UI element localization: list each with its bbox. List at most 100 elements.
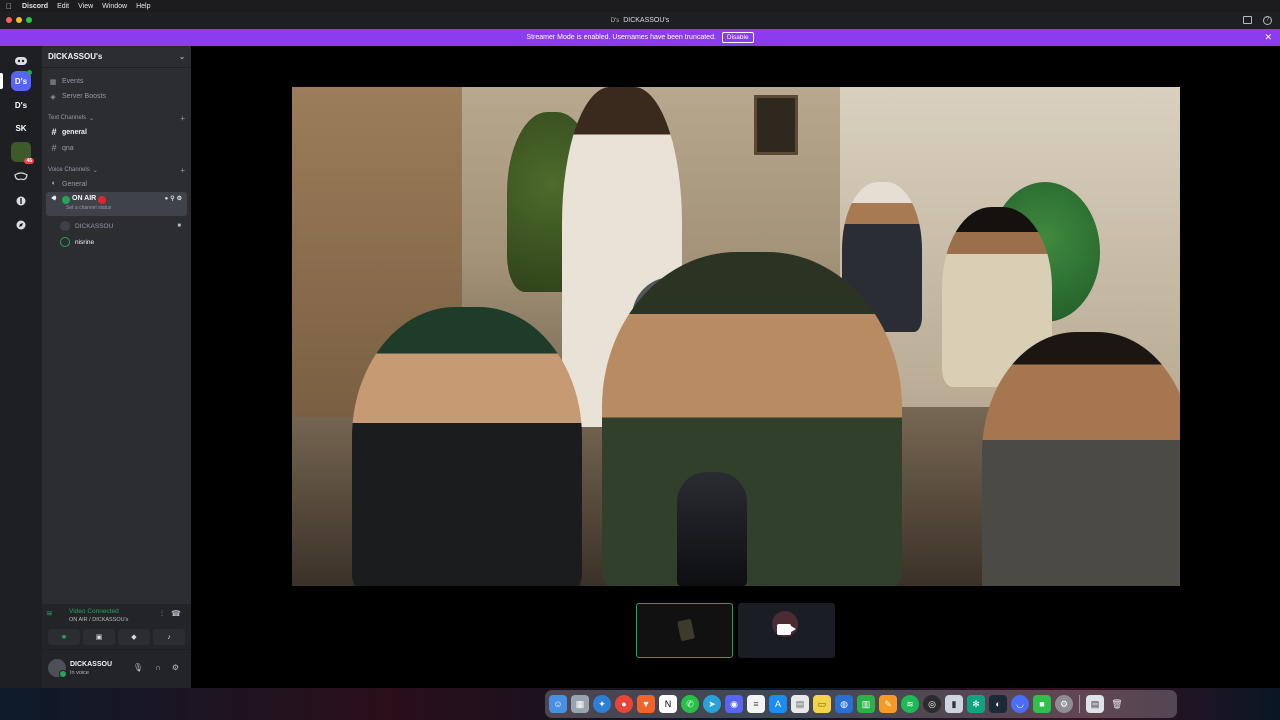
help-icon[interactable]: ? <box>1263 16 1272 25</box>
add-channel-icon[interactable]: + <box>180 114 185 123</box>
channel-label: qna <box>62 144 74 152</box>
screen-share-button[interactable]: ▣ <box>83 629 115 645</box>
server-rail: D's D's SK 46 <box>0 46 42 688</box>
video-thumbnail-camera[interactable] <box>738 603 835 658</box>
notes-icon[interactable]: ≡ <box>747 695 765 713</box>
voice-status[interactable]: Video Connected <box>69 608 119 615</box>
menu-app-discord[interactable]: Discord <box>22 3 48 10</box>
user-name[interactable]: DICKASSOU <box>70 661 112 668</box>
channel-status-text[interactable]: Set a channel status <box>66 205 111 211</box>
server-boosts-link[interactable]: ◈ Server Boosts <box>42 89 191 104</box>
server-header[interactable]: DICKASSOU's ⌄ <box>42 46 191 68</box>
minimize-window-button[interactable] <box>16 17 22 23</box>
inbox-icon[interactable] <box>1243 16 1252 24</box>
voice-user-dickassou[interactable]: DICKASSOU ■ <box>60 218 191 234</box>
channel-qna[interactable]: # qna <box>46 140 187 156</box>
files-icon[interactable]: ▤ <box>791 695 809 713</box>
video-microphone <box>677 472 747 586</box>
voice-channels-category[interactable]: Voice Channels ⌄ + <box>42 164 191 176</box>
channel-actions: ●⚲⚙ <box>165 195 184 202</box>
obs-icon[interactable]: ◎ <box>923 695 941 713</box>
numbers-icon[interactable]: ▥ <box>857 695 875 713</box>
pages-icon[interactable]: ✎ <box>879 695 897 713</box>
chatgpt-icon[interactable]: ✻ <box>967 695 985 713</box>
server-boosts-label: Server Boosts <box>62 93 106 100</box>
chevron-down-icon: ⌄ <box>92 167 98 174</box>
menu-view[interactable]: View <box>78 3 93 10</box>
add-channel-icon[interactable]: + <box>180 166 185 175</box>
close-window-button[interactable] <box>6 17 12 23</box>
voice-connection-panel: ≋ Video Connected ON AIR / DICKASSOU's ⫶… <box>42 604 191 650</box>
voice-user-name: DICKASSOU <box>75 222 114 230</box>
disable-streamer-mode-button[interactable]: Disable <box>721 32 754 43</box>
mention-badge: 46 <box>24 158 34 164</box>
finder-icon[interactable]: ☺ <box>549 695 567 713</box>
channel-general[interactable]: # general <box>46 124 187 140</box>
messenger-icon[interactable]: ◡ <box>1011 695 1029 713</box>
brave-icon[interactable]: ▼ <box>637 695 655 713</box>
user-settings-icon[interactable]: ⚙ <box>172 663 179 672</box>
discord-icon[interactable]: ◉ <box>725 695 743 713</box>
stickies-icon[interactable]: ▭ <box>813 695 831 713</box>
server-icon-d[interactable]: D's <box>11 95 31 115</box>
downloads-icon[interactable]: ▤ <box>1086 695 1104 713</box>
steam-icon[interactable]: ◐ <box>989 695 1007 713</box>
hash-icon: # <box>51 143 57 153</box>
title-bar: D's DICKASSOU's ? <box>0 12 1280 29</box>
voice-channel-on-air[interactable]: 🔊︎ ON AIR Set a channel status ●⚲⚙ <box>46 192 187 216</box>
explore-servers-icon[interactable] <box>11 215 31 235</box>
launchpad-icon[interactable]: ▦ <box>571 695 589 713</box>
facetime-icon[interactable]: ■ <box>1033 695 1051 713</box>
category-label: Voice Channels <box>48 167 90 173</box>
chrome-icon[interactable]: ● <box>615 695 633 713</box>
microphone-icon[interactable]: 🎙︎ <box>133 663 143 672</box>
menu-edit[interactable]: Edit <box>57 3 69 10</box>
server-label: D's <box>14 76 28 86</box>
menu-help[interactable]: Help <box>136 3 150 10</box>
notion-icon[interactable]: N <box>659 695 677 713</box>
soundboard-button[interactable]: ♪ <box>153 629 185 645</box>
events-link[interactable]: ▦ Events <box>42 74 191 89</box>
tool-icon[interactable]: ▮ <box>945 695 963 713</box>
trash-icon[interactable]: 🗑︎ <box>1108 695 1126 713</box>
app-store-icon[interactable]: A <box>769 695 787 713</box>
voice-channel-general[interactable]: 🔈︎ General <box>46 176 187 192</box>
apple-menu-icon[interactable]:  <box>6 2 16 11</box>
settings-icon[interactable]: ⚙ <box>177 196 184 202</box>
discord-home-icon[interactable] <box>11 51 31 71</box>
desktop-background: ☺ ▦ ✦ ● ▼ N ✆ ➤ ◉ ≡ A ▤ ▭ ◍ ▥ ✎ ≋ ◎ ▮ ✻ … <box>0 688 1280 720</box>
server-icon-mask[interactable] <box>11 167 31 187</box>
menu-window[interactable]: Window <box>102 3 127 10</box>
close-icon[interactable]: ✕ <box>1264 32 1272 43</box>
zoom-window-button[interactable] <box>26 17 32 23</box>
settings-icon[interactable]: ⚙ <box>1055 695 1073 713</box>
server-icon-sk[interactable]: SK <box>11 118 31 138</box>
chevron-down-icon: ⌄ <box>179 53 185 61</box>
user-avatar[interactable] <box>48 659 67 678</box>
disconnect-icon[interactable]: ☎ <box>171 609 181 618</box>
channel-label: ON AIR <box>72 195 97 202</box>
telegram-icon[interactable]: ➤ <box>703 695 721 713</box>
server-icon-game[interactable]: 46 <box>11 142 34 164</box>
camera-toggle-button[interactable]: ■ <box>48 629 80 645</box>
speaker-icon: 🔊︎ <box>51 195 57 202</box>
safari-icon[interactable]: ✦ <box>593 695 611 713</box>
voice-user-nisrine[interactable]: nisrine <box>60 234 191 250</box>
voice-channel-path[interactable]: ON AIR / DICKASSOU's <box>69 617 128 623</box>
activities-button[interactable]: ◆ <box>118 629 150 645</box>
server-icon-dickassou-active[interactable]: D's <box>11 70 32 91</box>
headphones-icon[interactable]: ∩ <box>155 663 161 672</box>
vpn-icon[interactable]: ◍ <box>835 695 853 713</box>
main-video-feed[interactable] <box>292 87 1180 586</box>
spotify-icon[interactable]: ≋ <box>901 695 919 713</box>
whatsapp-icon[interactable]: ✆ <box>681 695 699 713</box>
video-person-left <box>352 307 582 586</box>
noise-suppression-icon[interactable]: ⫶ <box>161 609 163 619</box>
server-icon-circle[interactable] <box>11 191 31 211</box>
text-channels-category[interactable]: Text Channels ⌄ + <box>42 112 191 124</box>
speaker-icon: 🔈︎ <box>51 180 57 187</box>
video-stage <box>191 46 1280 688</box>
video-thumbnail-selected[interactable] <box>636 603 733 658</box>
discord-window: D's DICKASSOU's ? Streamer Mode is enabl… <box>0 12 1280 688</box>
signal-icon[interactable]: ≋ <box>46 609 53 618</box>
